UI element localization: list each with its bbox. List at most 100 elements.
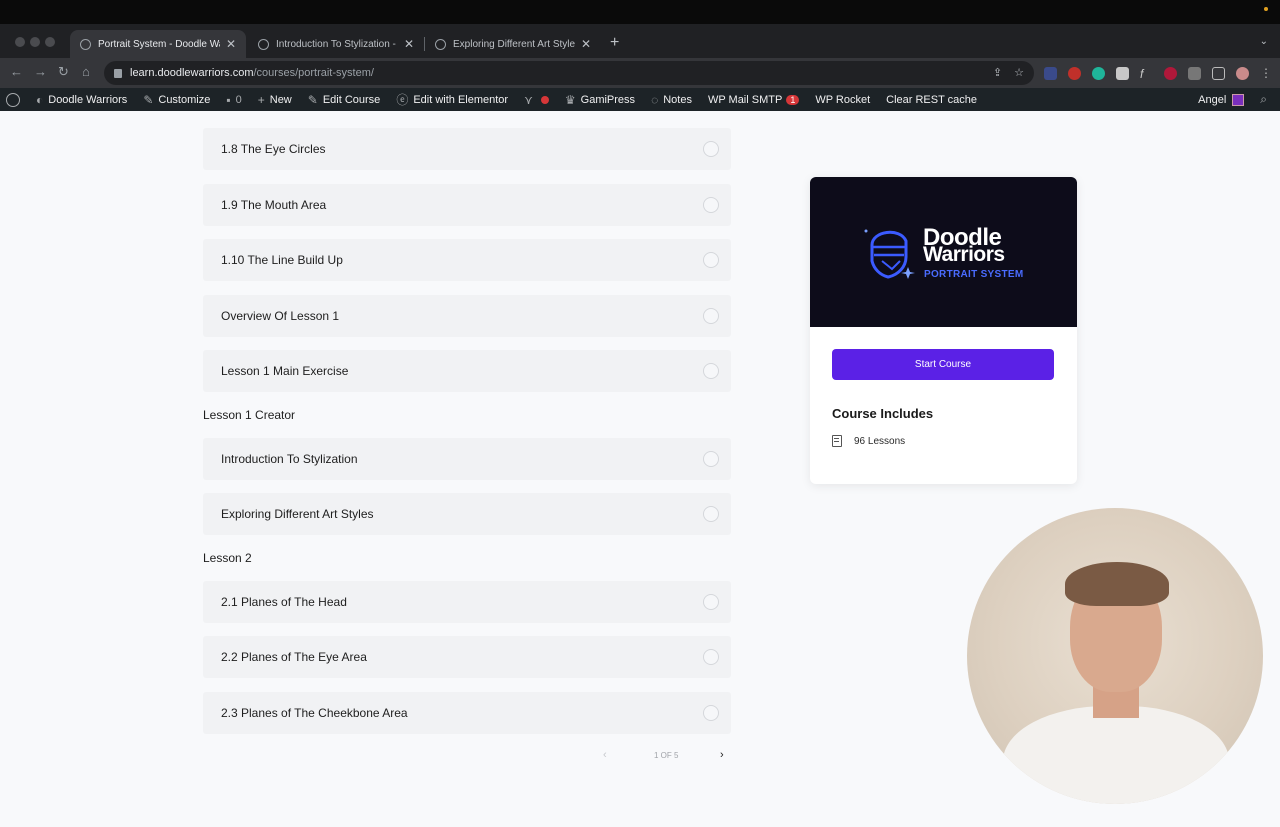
- wp-search[interactable]: ⌕: [1252, 88, 1280, 111]
- zoom-window-icon[interactable]: [45, 37, 55, 47]
- lesson-title: Exploring Different Art Styles: [221, 507, 374, 521]
- wp-mail-smtp[interactable]: WP Mail SMTP 1: [700, 88, 807, 111]
- lock-icon: [114, 68, 122, 78]
- close-window-icon[interactable]: [15, 37, 25, 47]
- tab-introduction-stylization[interactable]: Introduction To Stylization - Doodle War…: [248, 30, 424, 58]
- lesson-item[interactable]: 2.3 Planes of The Cheekbone Area: [203, 692, 731, 734]
- wp-customize[interactable]: ✎ Customize: [135, 88, 218, 111]
- start-course-button[interactable]: Start Course: [832, 349, 1054, 380]
- lesson-title: 1.8 The Eye Circles: [221, 142, 326, 156]
- chevron-right-icon[interactable]: ›: [720, 749, 724, 761]
- url-host: learn.doodlewarriors.com: [130, 67, 254, 79]
- menu-bar: [0, 0, 1280, 24]
- notification-badge: 1: [786, 94, 800, 105]
- more-menu-icon[interactable]: ⋮: [1260, 66, 1272, 80]
- wp-site-name[interactable]: ◐ Doodle Warriors: [28, 88, 135, 111]
- wp-new[interactable]: + New: [250, 88, 300, 111]
- completion-circle-icon: [703, 252, 719, 268]
- lesson-item[interactable]: 1.9 The Mouth Area: [203, 184, 731, 226]
- dashboard-icon: ◐: [36, 92, 44, 107]
- seo-status-icon: [540, 95, 549, 104]
- printer-icon[interactable]: [1116, 66, 1129, 80]
- browser-toolbar: ← → ↻ ⌂ learn.doodlewarriors.com/courses…: [0, 58, 1280, 88]
- lesson-title: Overview Of Lesson 1: [221, 309, 340, 323]
- brush-icon: ✎: [143, 92, 154, 107]
- tab-portrait-system[interactable]: Portrait System - Doodle Warriors ✕: [70, 30, 246, 58]
- lesson-item[interactable]: 1.8 The Eye Circles: [203, 128, 731, 170]
- page-indicator: 1 OF 5: [654, 750, 679, 760]
- yoast-icon: ⋎: [524, 92, 533, 107]
- wp-rocket[interactable]: WP Rocket: [807, 88, 878, 111]
- globe-icon: [258, 38, 269, 50]
- wp-logo-button[interactable]: [0, 88, 28, 111]
- wp-edit-course[interactable]: ✎ Edit Course: [300, 88, 389, 111]
- extension-icon[interactable]: [1164, 66, 1177, 80]
- tab-title: Portrait System - Doodle Warriors: [98, 38, 220, 50]
- lesson-item[interactable]: Lesson 1 Main Exercise: [203, 350, 731, 392]
- lesson-title: 1.9 The Mouth Area: [221, 198, 327, 212]
- section-heading: Lesson 2: [203, 551, 252, 565]
- lesson-item[interactable]: 1.10 The Line Build Up: [203, 239, 731, 281]
- tab-strip: Portrait System - Doodle Warriors ✕ Intr…: [0, 24, 1280, 58]
- forward-icon[interactable]: →: [34, 64, 47, 79]
- completion-circle-icon: [703, 705, 719, 721]
- lesson-title: 2.2 Planes of The Eye Area: [221, 650, 367, 664]
- wp-gamipress[interactable]: ♛ GamiPress: [557, 88, 643, 111]
- completion-circle-icon: [703, 649, 719, 665]
- share-icon[interactable]: ⇪: [993, 66, 1002, 79]
- lesson-item[interactable]: Exploring Different Art Styles: [203, 493, 731, 535]
- reload-icon[interactable]: ↻: [58, 64, 69, 80]
- wp-user-menu[interactable]: Angel: [1190, 88, 1252, 111]
- wp-admin-bar: ◐ Doodle Warriors ✎ Customize ▪ 0 + New ✎ Edi…: [0, 88, 1280, 111]
- lesson-item[interactable]: Overview Of Lesson 1: [203, 295, 731, 337]
- lesson-title: Lesson 1 Main Exercise: [221, 364, 349, 378]
- lesson-item[interactable]: 2.1 Planes of The Head: [203, 581, 731, 623]
- plus-icon: +: [257, 92, 265, 107]
- formula-icon[interactable]: f: [1140, 67, 1153, 81]
- tab-title: Exploring Different Art Styles - Doodle …: [453, 38, 575, 50]
- avatar: [1232, 93, 1245, 106]
- book-icon: [832, 435, 842, 447]
- back-icon[interactable]: ←: [10, 64, 23, 79]
- lesson-count: 96 Lessons: [832, 435, 905, 447]
- pagination: ‹ 1 OF 5 ›: [600, 747, 730, 763]
- bookmark-star-icon[interactable]: ☆: [1014, 66, 1024, 79]
- extension-icon[interactable]: [1092, 66, 1105, 80]
- globe-icon: [80, 38, 91, 50]
- completion-circle-icon: [703, 308, 719, 324]
- minimize-window-icon[interactable]: [30, 37, 40, 47]
- wp-notes[interactable]: ◌ Notes: [643, 88, 700, 111]
- close-tab-icon[interactable]: ✕: [581, 37, 591, 51]
- webcam-person-shirt: [1003, 706, 1229, 804]
- tab-exploring-art-styles[interactable]: Exploring Different Art Styles - Doodle …: [425, 30, 601, 58]
- lesson-item[interactable]: Introduction To Stylization: [203, 438, 731, 480]
- home-icon[interactable]: ⌂: [82, 64, 90, 79]
- wp-clear-rest-cache[interactable]: Clear REST cache: [878, 88, 985, 111]
- extension-icon[interactable]: [1068, 66, 1081, 80]
- brand-subtitle: PORTRAIT SYSTEM: [924, 269, 1024, 280]
- screen: Portrait System - Doodle Warriors ✕ Intr…: [0, 0, 1280, 827]
- puzzle-icon[interactable]: [1188, 66, 1201, 80]
- crown-icon: ♛: [564, 92, 576, 107]
- sidebar-icon[interactable]: [1212, 66, 1225, 80]
- elementor-icon: ⓔ: [396, 93, 409, 107]
- wordpress-logo-icon: [6, 92, 20, 107]
- wp-comments[interactable]: ▪ 0: [218, 88, 249, 111]
- profile-avatar-icon[interactable]: [1236, 66, 1249, 80]
- extension-icon[interactable]: [1044, 66, 1057, 80]
- chevron-down-icon[interactable]: ⌄: [1260, 36, 1268, 47]
- completion-circle-icon: [703, 451, 719, 467]
- lesson-title: Introduction To Stylization: [221, 452, 358, 466]
- close-tab-icon[interactable]: ✕: [226, 37, 236, 51]
- chevron-left-icon[interactable]: ‹: [603, 749, 607, 761]
- close-tab-icon[interactable]: ✕: [404, 37, 414, 51]
- lesson-item[interactable]: 2.2 Planes of The Eye Area: [203, 636, 731, 678]
- new-tab-icon[interactable]: +: [610, 34, 619, 52]
- lesson-title: 2.1 Planes of The Head: [221, 595, 347, 609]
- wp-yoast[interactable]: ⋎: [516, 88, 557, 111]
- status-dot-icon: [1264, 7, 1268, 11]
- wp-edit-elementor[interactable]: ⓔ Edit with Elementor: [388, 88, 516, 111]
- lesson-title: 1.10 The Line Build Up: [221, 253, 343, 267]
- course-thumbnail: Doodle Warriors PORTRAIT SYSTEM: [810, 177, 1077, 327]
- address-bar[interactable]: learn.doodlewarriors.com/courses/portrai…: [104, 61, 1034, 85]
